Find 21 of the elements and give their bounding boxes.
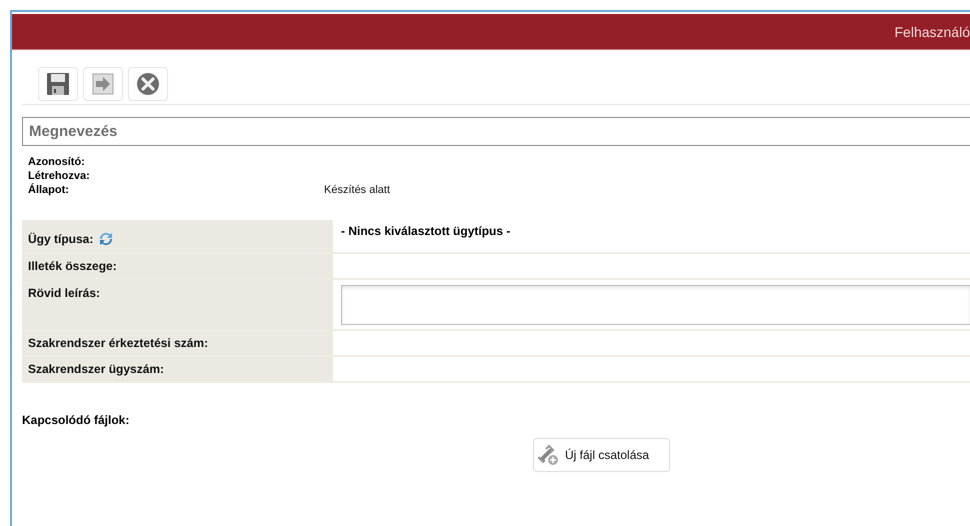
form-label: Szakrendszer ügyszám: bbox=[28, 362, 164, 376]
info-label: Állapot: bbox=[28, 184, 70, 196]
form-label: Rövid leírás: bbox=[28, 286, 100, 300]
info-label: Azonosító: bbox=[28, 156, 86, 168]
close-button[interactable] bbox=[128, 67, 168, 101]
close-icon bbox=[136, 72, 160, 96]
arrow-right-icon bbox=[92, 73, 114, 95]
form-label: Illeték összege: bbox=[28, 259, 117, 273]
info-label: Létrehozva: bbox=[28, 170, 91, 182]
attachments-label: Kapcsolódó fájlok: bbox=[22, 413, 130, 427]
forward-button[interactable] bbox=[83, 67, 123, 101]
attach-file-button[interactable]: Új fájl csatolása bbox=[533, 438, 670, 472]
user-menu[interactable]: Felhasználó bbox=[894, 24, 970, 40]
form-label: Szakrendszer érkeztetési szám: bbox=[28, 336, 208, 350]
case-type-value[interactable]: - Nincs kiválasztott ügytípus - bbox=[341, 224, 510, 238]
description-field[interactable] bbox=[341, 284, 970, 324]
form-label: Ügy típusa: bbox=[28, 232, 94, 246]
name-field[interactable]: Megnevezés bbox=[22, 117, 970, 146]
save-button[interactable] bbox=[38, 67, 78, 101]
chain-link-icon bbox=[537, 444, 559, 466]
info-value: Készítés alatt bbox=[324, 184, 390, 196]
